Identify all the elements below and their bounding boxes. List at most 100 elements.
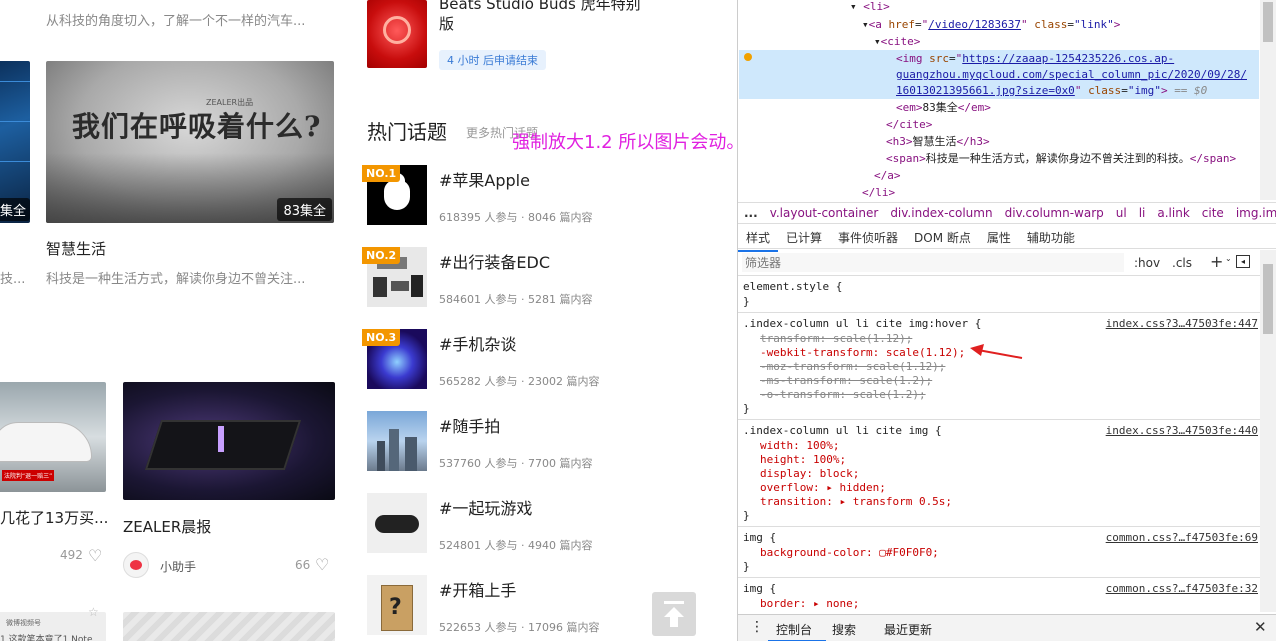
card-title[interactable]: ZEALER晨报 <box>123 516 211 537</box>
rule-source-link[interactable]: common.css?…f47503fe:32 <box>1106 582 1258 595</box>
scrollbar-thumb[interactable] <box>1263 2 1273 42</box>
rule-source-link[interactable]: common.css?…f47503fe:69 <box>1106 531 1258 544</box>
css-rule-img-border[interactable]: img { common.css?…f47503fe:32 border: ▸ … <box>738 579 1260 613</box>
hover-state-toggle[interactable]: :hov <box>1134 256 1160 270</box>
breadcrumb-item[interactable]: v.layout-container <box>770 206 879 220</box>
css-declaration[interactable]: display: block; <box>760 467 859 481</box>
rank-badge: NO.3 <box>362 329 401 346</box>
breadcrumb-item[interactable]: img.img <box>1236 206 1276 220</box>
avatar[interactable] <box>123 552 149 578</box>
dom-node-img[interactable]: <img src="https://zaaap-1254235226.cos.a… <box>896 52 1174 66</box>
rule-close: } <box>743 295 750 308</box>
topic-item[interactable]: NO.3 #手机杂谈 565282 人参与 · 23002 篇内容 <box>362 329 722 399</box>
tab-accessibility[interactable]: 辅助功能 <box>1019 225 1083 250</box>
css-rule-element-style[interactable]: element.style { } <box>738 277 1260 313</box>
topic-meta: 537760 人参与 · 7700 篇内容 <box>439 457 593 470</box>
partial-card-image[interactable]: 集全 <box>0 61 30 223</box>
css-declaration[interactable]: width: 100%; <box>760 439 839 453</box>
dom-node-a[interactable]: ▾<a href="/video/1283637" class="link"> <box>862 18 1120 32</box>
topic-meta: 584601 人参与 · 5281 篇内容 <box>439 293 593 306</box>
dom-node-img-src[interactable]: 16013021395661.jpg?size=0x0" class="img"… <box>896 84 1207 98</box>
css-rule-img[interactable]: .index-column ul li cite img { index.css… <box>738 421 1260 527</box>
elements-scrollbar[interactable] <box>1260 0 1276 200</box>
tab-properties[interactable]: 属性 <box>979 225 1019 250</box>
class-toggle[interactable]: .cls <box>1172 256 1192 270</box>
partial-card-image[interactable] <box>123 612 335 641</box>
css-declaration[interactable]: transform: scale(1.12); <box>760 332 912 346</box>
dom-node-h3[interactable]: <h3>智慧生活</h3> <box>886 135 990 149</box>
topic-item[interactable]: #随手拍 537760 人参与 · 7700 篇内容 <box>362 411 722 481</box>
tab-dom-breakpoints[interactable]: DOM 断点 <box>906 225 979 250</box>
card-title[interactable]: 智慧生活 <box>46 238 106 259</box>
count-badge: 83集全 <box>277 198 332 221</box>
dom-node-cite[interactable]: ▾<cite> <box>874 35 920 49</box>
rule-source-link[interactable]: index.css?3…47503fe:440 <box>1106 424 1258 437</box>
star-icon[interactable]: ☆ <box>88 605 99 619</box>
css-declaration[interactable]: height: 100%; <box>760 453 846 467</box>
heart-icon[interactable]: ♡ <box>88 546 102 565</box>
main-card-image[interactable]: ZEALER出品 我们在呼吸着什么? 83集全 <box>46 61 334 223</box>
rule-selector: img { <box>743 582 777 595</box>
dom-node-cite-close[interactable]: </cite> <box>886 118 932 132</box>
rule-selector: .index-column ul li cite img { <box>743 424 942 437</box>
tab-computed[interactable]: 已计算 <box>778 225 830 250</box>
toggle-sidebar-icon[interactable]: ◂ <box>1236 255 1250 268</box>
styles-filter-input[interactable] <box>742 253 1124 272</box>
css-declaration[interactable]: transition: ▸ transform 0.5s; <box>760 495 952 509</box>
dom-node-li-close[interactable]: </li> <box>862 186 895 200</box>
tab-whats-new[interactable]: 最近更新 <box>884 621 932 638</box>
tab-search[interactable]: 搜索 <box>832 621 856 638</box>
triangle-down-icon[interactable]: ▾ <box>874 35 881 48</box>
topic-meta: 618395 人参与 · 8046 篇内容 <box>439 211 593 224</box>
css-declaration[interactable]: -webkit-transform: scale(1.12); <box>760 346 965 360</box>
back-to-top-button[interactable] <box>652 592 696 636</box>
trial-status-tag: 4 小时 后申请结束 <box>439 50 546 70</box>
beats-product-image[interactable] <box>367 0 427 68</box>
css-rule-hover[interactable]: .index-column ul li cite img:hover { ind… <box>738 314 1260 420</box>
card-title[interactable]: 几花了13万买... <box>0 507 108 528</box>
dom-node-li[interactable]: ▾ <li> <box>850 0 890 14</box>
triangle-down-icon[interactable]: ▾ <box>850 0 857 13</box>
video-caption: 法院判“退一赔三” <box>2 470 55 481</box>
web-page: 从科技的角度切入，了解一个不一样的汽车... 集全 技... ZEALER出品 … <box>0 0 737 641</box>
car-card-image[interactable]: 法院判“退一赔三” <box>0 382 106 492</box>
css-declaration[interactable]: overflow: ▸ hidden; <box>760 481 886 495</box>
more-icon[interactable]: ⋮ <box>750 619 764 635</box>
css-declaration[interactable]: -moz-transform: scale(1.12); <box>760 360 945 374</box>
css-declaration[interactable]: border: ▸ none; <box>760 597 859 611</box>
scrollbar-thumb[interactable] <box>1263 264 1273 334</box>
breadcrumb-item[interactable]: li <box>1139 206 1146 220</box>
topic-item[interactable]: #一起玩游戏 524801 人参与 · 4940 篇内容 <box>362 493 722 563</box>
topic-item[interactable]: NO.2 #出行装备EDC 584601 人参与 · 5281 篇内容 <box>362 247 722 317</box>
css-declaration[interactable]: -ms-transform: scale(1.2); <box>760 374 932 388</box>
breadcrumb-item[interactable]: div.index-column <box>890 206 992 220</box>
css-rule-img-common[interactable]: img { common.css?…f47503fe:69 background… <box>738 528 1260 578</box>
styles-scrollbar[interactable] <box>1260 250 1276 612</box>
chevron-down-icon[interactable]: ⌄ <box>1225 254 1232 263</box>
topic-meta: 522653 人参与 · 17096 篇内容 <box>439 621 600 634</box>
breadcrumb-item[interactable]: a.link <box>1157 206 1189 220</box>
arrow-up-icon <box>664 607 684 617</box>
triangle-down-icon[interactable]: ▾ <box>862 18 869 31</box>
breadcrumb-item[interactable]: ul <box>1116 206 1127 220</box>
dom-node-span[interactable]: <span>科技是一种生活方式，解读你身边不曾关注到的科技。</span> <box>886 152 1236 166</box>
author-name[interactable]: 小助手 <box>160 558 196 575</box>
add-rule-icon[interactable]: + <box>1210 252 1223 271</box>
dom-node-em[interactable]: <em>83集全</em> <box>896 101 991 115</box>
dom-node-a-close[interactable]: </a> <box>874 169 901 183</box>
css-declaration[interactable]: -o-transform: scale(1.2); <box>760 388 926 402</box>
tab-console[interactable]: 控制台 <box>776 621 812 638</box>
rule-source-link[interactable]: index.css?3…47503fe:447 <box>1106 317 1258 330</box>
heart-icon[interactable]: ♡ <box>315 555 329 574</box>
css-declaration[interactable]: background-color: ▢#F0F0F0; <box>760 546 939 560</box>
breadcrumb-item[interactable]: ... <box>744 206 758 220</box>
close-icon[interactable]: ✕ <box>1254 618 1267 636</box>
breadcrumb-item[interactable]: div.column-warp <box>1005 206 1104 220</box>
beats-title[interactable]: Beats Studio Buds 虎年特别 版 <box>439 0 641 34</box>
zealer-card-image[interactable] <box>123 382 335 500</box>
tab-styles[interactable]: 样式 <box>738 225 779 252</box>
tab-event-listeners[interactable]: 事件侦听器 <box>830 225 906 250</box>
topic-item[interactable]: NO.1 #苹果Apple 618395 人参与 · 8046 篇内容 <box>362 165 722 235</box>
breadcrumb-item[interactable]: cite <box>1202 206 1224 220</box>
dom-node-img-src[interactable]: guangzhou.myqcloud.com/special_column_pi… <box>896 68 1247 82</box>
